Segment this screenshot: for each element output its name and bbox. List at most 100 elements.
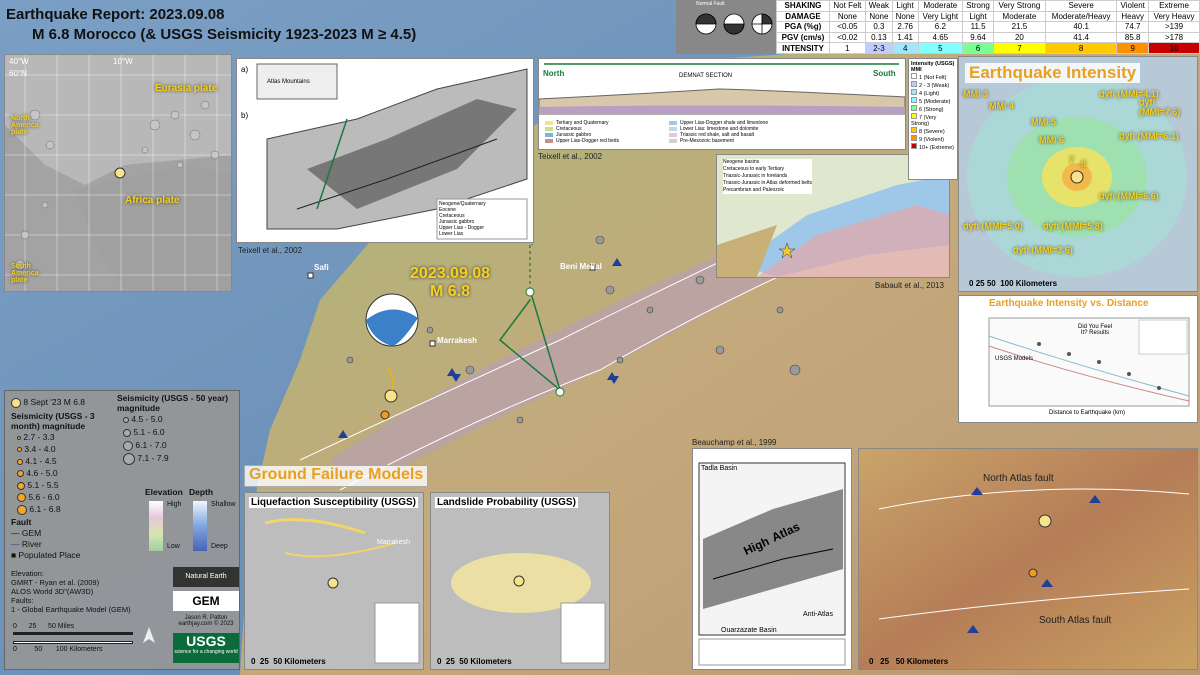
teixell-geology-map: [256, 63, 528, 240]
anti-atlas-label: Anti-Atlas: [803, 611, 833, 618]
shaking-cell: 9.64: [962, 31, 994, 44]
shaking-cell: 9: [1116, 42, 1150, 54]
landslide-title: Landslide Probability (USGS): [435, 497, 578, 508]
elev-depth-legend: Elevation Depth High Low Shallow Deep: [145, 487, 236, 551]
city-marrakesh: Marrakesh: [437, 336, 478, 345]
seismicity-dot-icon: [17, 447, 22, 452]
section-inset: North South DEMNAT SECTION Tertiary and …: [538, 58, 906, 150]
legend-seis3-item: 5.6 - 6.0: [17, 491, 121, 503]
mmi-legend-item: 6 (Strong): [911, 105, 955, 113]
shaking-cell: 2-3: [864, 42, 893, 54]
mmi-legend-item: 2 - 3 (Weak): [911, 81, 955, 89]
intensity-chart-title: Earthquake Intensity vs. Distance: [989, 298, 1149, 309]
shaking-cell: 4.65: [917, 31, 964, 44]
title-line2: M 6.8 Morocco (& USGS Seismicity 1923-20…: [32, 26, 417, 43]
ouarzazate-label: Ouarzazate Basin: [721, 627, 777, 634]
intensity-contours: [959, 57, 1197, 291]
shaking-cell: 6: [962, 42, 994, 54]
shaking-cell: 20: [992, 31, 1046, 44]
atlas-label: Atlas Mountains: [267, 79, 310, 85]
normal-fault-label: Normal Fault: [696, 1, 725, 7]
mmi-legend-item: 9 (Violent): [911, 135, 955, 143]
shaking-cell: 0.3: [864, 21, 893, 33]
legend-seis50-item: 6.1 - 7.0: [123, 439, 237, 452]
legend-seis50-item: 7.1 - 7.9: [123, 452, 237, 465]
dyfi-label: dyfi (MMI=6.6): [1099, 191, 1159, 201]
legend-seis3-item: 3.4 - 4.0: [17, 443, 121, 455]
shaking-cell: 85.8: [1116, 31, 1150, 44]
shaking-cell: Moderate: [917, 0, 964, 12]
shaking-cell: Light: [891, 0, 919, 12]
shaking-row-label: INTENSITY: [776, 42, 830, 54]
shaking-cell: 8: [1044, 42, 1118, 54]
seismicity-dot-icon: [123, 452, 135, 465]
title-line1: Earthquake Report: 2023.09.08: [6, 6, 225, 23]
plate-eurasia: Eurasia plate: [155, 83, 218, 94]
seismicity-dot-icon: [17, 504, 27, 515]
dyfi-label: dyfi (MMI=3.6): [1013, 245, 1073, 255]
intensity-map: Earthquake Intensity MMI 3 MMI 4 MMI 5 M…: [958, 56, 1198, 292]
mmi3-label: MMI 3: [963, 89, 989, 99]
shaking-cell: >139: [1148, 21, 1200, 33]
map-legend: 8 Sept '23 M 6.8 Seismicity (USGS - 3 mo…: [4, 390, 240, 670]
geology-legend: Neogene basins Cretaceous to early Tertia…: [723, 159, 813, 194]
legend-seis3-title: Seismicity (USGS - 3 month) magnitude: [11, 410, 95, 431]
seismicity-dot-icon: [17, 458, 23, 465]
usgs-logo: USGS science for a changing world: [173, 633, 239, 663]
dyfi-label: dyfi (MMI=6.1): [1119, 131, 1179, 141]
shaking-cell: 41.4: [1044, 31, 1118, 44]
section-caption: Teixell et al., 2002: [538, 152, 603, 161]
ground-failure-title: Ground Failure Models: [249, 466, 424, 483]
mmi-legend-title: Intensity (USGS) MMI: [911, 61, 955, 73]
shaking-cell: Light: [962, 10, 994, 23]
teixell-map-inset: a) b) Atlas Mountains Neogene/Quaternary…: [236, 58, 534, 243]
shaking-cell: 11.5: [962, 21, 994, 33]
legend-seis50-item: 4.5 - 5.0: [123, 413, 237, 426]
mmi8-label: 8: [1081, 159, 1087, 169]
lat-label: 60°N: [9, 69, 27, 78]
plate-south-america: South America plate: [11, 263, 39, 284]
liquefaction-title: Liquefaction Susceptibility (USGS): [249, 497, 419, 508]
mmi-legend-item: 5 (Moderate): [911, 97, 955, 105]
north-atlas-fault-label: North Atlas fault: [983, 473, 1054, 484]
mmi-legend: Intensity (USGS) MMI 1 (Not Felt) 2 - 3 (…: [908, 58, 958, 180]
shaking-cell: 21.5: [992, 21, 1046, 33]
panel-a: a): [241, 65, 249, 74]
highatlas-caption: Beauchamp et al., 1999: [692, 438, 777, 447]
shaking-cell: 10: [1148, 42, 1200, 54]
south-atlas-fault-label: South Atlas fault: [1039, 615, 1112, 626]
mmi5-label: MMI 5: [1031, 117, 1057, 127]
shaking-cell: 4: [891, 42, 919, 54]
ground-failure-header: Ground Failure Models: [244, 465, 428, 487]
shaking-cell: 40.1: [1044, 21, 1118, 33]
intensity-scale: 0 25 50 100 Kilometers: [969, 279, 1058, 288]
liquefaction-panel: Liquefaction Susceptibility (USGS) Marra…: [244, 492, 424, 670]
shaking-cell: 7: [992, 42, 1046, 54]
shaking-cell: 1.41: [891, 31, 919, 44]
intensity-chart: Earthquake Intensity vs. Distance Did Yo…: [958, 295, 1198, 423]
landslide-panel: Landslide Probability (USGS) 0 25 50 Kil…: [430, 492, 610, 670]
chart-xlabel: Distance to Earthquake (km): [1049, 410, 1126, 416]
legend-seis3-item: 6.1 - 6.8: [17, 503, 121, 515]
seismicity-dot-icon: [123, 440, 133, 451]
highatlas-inset: Tadla Basin High Atlas Ouarzazate Basin …: [692, 448, 852, 670]
intensity-title: Earthquake Intensity: [965, 63, 1141, 83]
dyfi-label: dyfi (MMI=7.6): [1139, 97, 1181, 117]
usgs-model-annotation: USGS Models: [995, 356, 1034, 362]
ls-scale: 0 25 50 Kilometers: [437, 657, 512, 666]
seismicity-dot-icon: [123, 416, 129, 423]
shaking-cell: Violent: [1116, 0, 1150, 12]
section-legend-a: Tertiary and Quaternary Cretaceous Jurassi…: [556, 120, 620, 144]
liquefaction-city: Marrakesh: [377, 539, 411, 546]
shaking-cell: Very Heavy: [1148, 10, 1200, 23]
event-label: 2023.09.08 M 6.8: [410, 265, 490, 301]
geology-caption: Babault et al., 2013: [875, 281, 944, 290]
author-credit: Jason R. Patton earthjay.com © 2023: [178, 615, 234, 627]
shaking-cell: Moderate/Heavy: [1044, 10, 1118, 23]
relief-scale: 0 25 50 Kilometers: [869, 657, 949, 666]
shaking-cell: 1: [828, 42, 866, 54]
mmi-legend-item: 4 (Light): [911, 89, 955, 97]
focal-mechanisms: Normal Fault: [676, 0, 776, 54]
mmi-legend-item: 1 (Not Felt): [911, 73, 955, 81]
gem-logo: GEM: [173, 591, 239, 611]
